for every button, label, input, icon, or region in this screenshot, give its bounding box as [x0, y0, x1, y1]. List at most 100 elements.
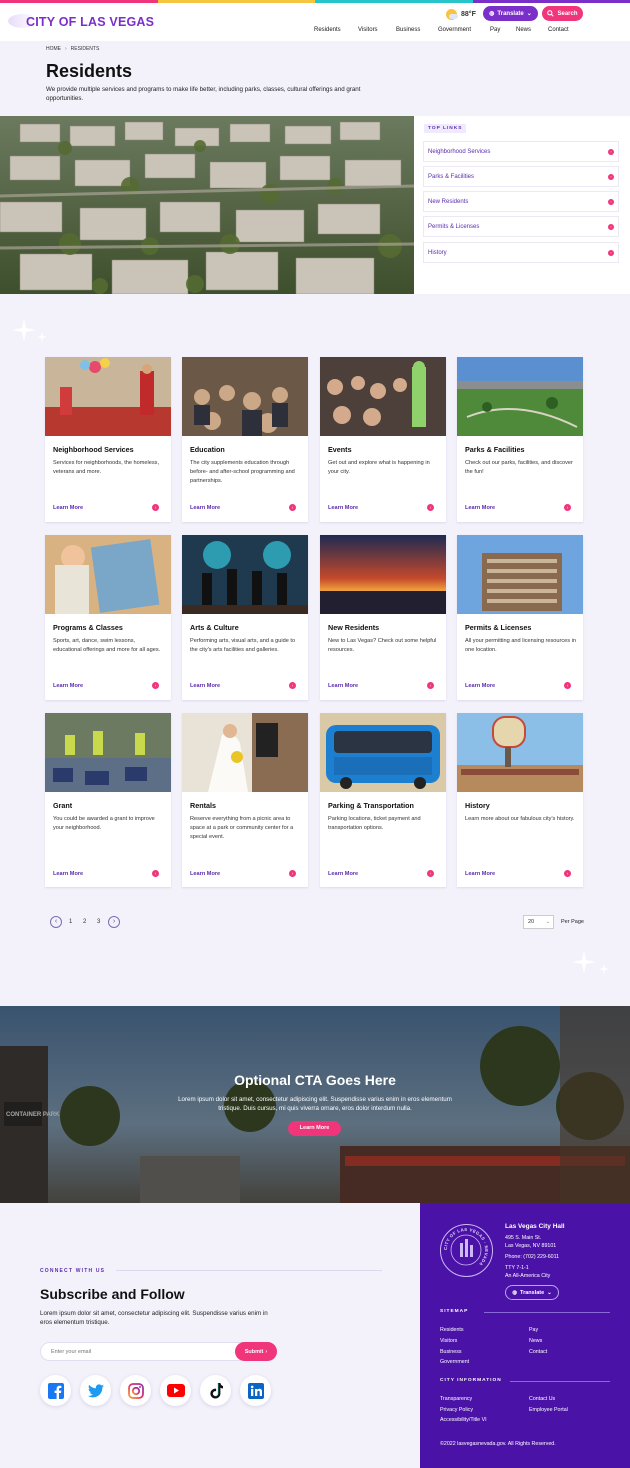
card-image: [320, 357, 446, 436]
cta-learn-more-button[interactable]: Learn More: [288, 1121, 341, 1136]
arrow-right-icon: ›: [289, 682, 296, 689]
card-image: [45, 713, 171, 792]
card-title: Programs & Classes: [53, 623, 123, 632]
arrow-right-icon: ›: [564, 504, 571, 511]
facebook-icon: [47, 1382, 64, 1399]
arrow-right-icon: ›: [564, 870, 571, 877]
card-neighborhood-services[interactable]: Neighborhood Services Services for neigh…: [45, 357, 171, 522]
top-link-label: Parks & Facilities: [428, 173, 475, 180]
learn-more-link[interactable]: Learn More: [53, 871, 83, 877]
nav-business[interactable]: Business: [396, 27, 420, 33]
top-link-label: Neighborhood Services: [428, 148, 491, 155]
footer-link-transparency[interactable]: Transparency: [440, 1396, 472, 1402]
nav-government[interactable]: Government: [438, 27, 471, 33]
nav-contact[interactable]: Contact: [548, 27, 569, 33]
learn-more-link[interactable]: Learn More: [53, 683, 83, 689]
tiktok-button[interactable]: [200, 1375, 231, 1406]
card-image: [182, 713, 308, 792]
footer-link-contact[interactable]: Contact: [529, 1349, 547, 1355]
city-hall-address: 495 S. Main St.: [505, 1235, 542, 1241]
learn-more-link[interactable]: Learn More: [328, 683, 358, 689]
nav-pay[interactable]: Pay: [490, 27, 500, 33]
footer-link-residents[interactable]: Residents: [440, 1327, 464, 1333]
card-title: New Residents: [328, 623, 380, 632]
card-title: Events: [328, 445, 352, 454]
learn-more-link[interactable]: Learn More: [465, 683, 495, 689]
search-label: Search: [557, 10, 578, 17]
arrow-right-icon: ›: [152, 682, 159, 689]
card-title: Arts & Culture: [190, 623, 239, 632]
main-nav: Residents Visitors Business Government P…: [0, 27, 630, 39]
search-button[interactable]: Search: [542, 6, 583, 21]
learn-more-link[interactable]: Learn More: [190, 505, 220, 511]
footer-link-government[interactable]: Government: [440, 1359, 469, 1365]
pagination-page-1[interactable]: 1: [69, 919, 72, 925]
linkedin-button[interactable]: [240, 1375, 271, 1406]
card-grant[interactable]: Grant You could be awarded a grant to im…: [45, 713, 171, 887]
pagination-prev-button[interactable]: ‹: [50, 916, 62, 928]
top-link-new-residents[interactable]: New Residents ›: [423, 191, 619, 212]
learn-more-link[interactable]: Learn More: [465, 871, 495, 877]
card-image: [182, 357, 308, 436]
arrow-right-icon: ›: [289, 870, 296, 877]
instagram-button[interactable]: [120, 1375, 151, 1406]
nav-residents[interactable]: Residents: [314, 27, 341, 33]
translate-button[interactable]: ◍ Translate ⌄: [483, 6, 538, 21]
globe-icon: ◍: [489, 11, 495, 17]
learn-more-link[interactable]: Learn More: [328, 505, 358, 511]
card-description: The city supplements education through b…: [190, 460, 295, 484]
breadcrumb-home[interactable]: HOME: [46, 46, 61, 52]
facebook-button[interactable]: [40, 1375, 71, 1406]
twitter-button[interactable]: [80, 1375, 111, 1406]
per-page-select[interactable]: 20 ⌄: [523, 915, 554, 929]
submit-button[interactable]: Submit ›: [235, 1342, 277, 1361]
card-permits-licenses[interactable]: Permits & Licenses All your permitting a…: [457, 535, 583, 700]
footer-link-employee-portal[interactable]: Employee Portal: [529, 1407, 568, 1413]
card-description: Get out and explore what is happening in…: [328, 460, 430, 475]
card-rentals[interactable]: Rentals Reserve everything from a picnic…: [182, 713, 308, 887]
card-history[interactable]: History Learn more about our fabulous ci…: [457, 713, 583, 887]
top-link-permits-licenses[interactable]: Permits & Licenses ›: [423, 216, 619, 237]
top-link-history[interactable]: History ›: [423, 242, 619, 263]
card-title: History: [465, 801, 490, 810]
pagination-page-2[interactable]: 2: [83, 919, 86, 925]
youtube-button[interactable]: [160, 1375, 191, 1406]
card-parking-transportation[interactable]: Parking & Transportation Parking locatio…: [320, 713, 446, 887]
arrow-right-icon: ›: [427, 870, 434, 877]
learn-more-link[interactable]: Learn More: [328, 871, 358, 877]
learn-more-link[interactable]: Learn More: [53, 505, 83, 511]
footer-link-privacy-policy[interactable]: Privacy Policy: [440, 1407, 473, 1413]
footer-link-pay[interactable]: Pay: [529, 1327, 538, 1333]
footer-link-contact-us[interactable]: Contact Us: [529, 1396, 555, 1402]
card-parks-facilities[interactable]: Parks & Facilities Check out our parks, …: [457, 357, 583, 522]
learn-more-link[interactable]: Learn More: [190, 683, 220, 689]
learn-more-link[interactable]: Learn More: [465, 505, 495, 511]
card-title: Rentals: [190, 801, 216, 810]
nav-visitors[interactable]: Visitors: [358, 27, 378, 33]
copyright: ©2022 lasvegasnevada.gov. All Rights Res…: [440, 1441, 556, 1447]
learn-more-link[interactable]: Learn More: [190, 871, 220, 877]
footer-translate-button[interactable]: ◍ Translate ⌄: [505, 1285, 559, 1300]
card-programs-classes[interactable]: Programs & Classes Sports, art, dance, s…: [45, 535, 171, 700]
top-links-label: TOP LINKS: [424, 124, 467, 133]
footer-link-accessibility[interactable]: Accessibility/Title VI: [440, 1417, 487, 1423]
footer-info-panel: CITY OF LAS VEGAS · NEVADA Las Vegas Cit…: [420, 1203, 630, 1468]
card-events[interactable]: Events Get out and explore what is happe…: [320, 357, 446, 522]
footer-link-business[interactable]: Business: [440, 1349, 462, 1355]
nav-news[interactable]: News: [516, 27, 531, 33]
pagination-next-button[interactable]: ›: [108, 916, 120, 928]
footer-link-visitors[interactable]: Visitors: [440, 1338, 457, 1344]
card-new-residents[interactable]: New Residents New to Las Vegas? Check ou…: [320, 535, 446, 700]
divider: [484, 1312, 610, 1313]
top-link-neighborhood-services[interactable]: Neighborhood Services ›: [423, 141, 619, 162]
city-hall-phone[interactable]: Phone: (702) 229-6011: [505, 1254, 559, 1260]
pagination-page-3[interactable]: 3: [97, 919, 100, 925]
footer-link-news[interactable]: News: [529, 1338, 542, 1344]
translate-label: Translate: [497, 10, 524, 17]
chevron-down-icon: ⌄: [547, 1289, 552, 1296]
card-arts-culture[interactable]: Arts & Culture Performing arts, visual a…: [182, 535, 308, 700]
card-education[interactable]: Education The city supplements education…: [182, 357, 308, 522]
top-link-parks-facilities[interactable]: Parks & Facilities ›: [423, 166, 619, 187]
sitemap-heading: SITEMAP: [440, 1309, 469, 1314]
linkedin-icon: [247, 1382, 264, 1399]
